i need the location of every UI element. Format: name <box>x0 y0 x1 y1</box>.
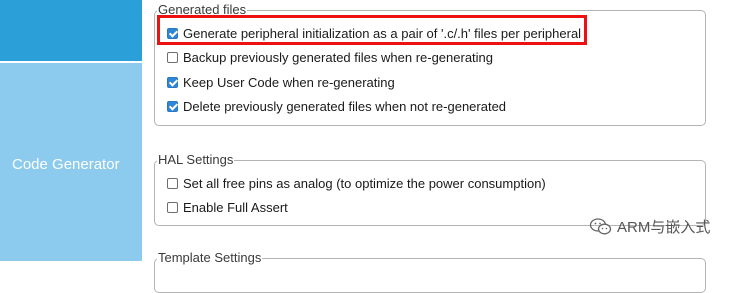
checkbox-label: Keep User Code when re-generating <box>183 74 395 90</box>
checkbox-checked-icon[interactable] <box>167 27 178 39</box>
checkbox-label: Backup previously generated files when r… <box>183 49 494 65</box>
checkbox-label: Enable Full Assert <box>183 199 288 215</box>
checkbox-unchecked-icon[interactable] <box>167 201 178 213</box>
hal-settings-legend: HAL Settings <box>158 152 234 167</box>
generated-files-legend: Generated files <box>158 2 247 17</box>
template-settings-legend: Template Settings <box>158 250 262 265</box>
checkbox-label: Generate peripheral initialization as a … <box>183 25 582 41</box>
checkbox-checked-icon[interactable] <box>167 100 178 112</box>
sidebar-item-label: Code Generator <box>12 156 120 173</box>
wechat-icon <box>589 217 613 237</box>
keep-user-code-checkbox[interactable]: Keep User Code when re-generating <box>167 74 395 90</box>
checkbox-checked-icon[interactable] <box>167 76 178 88</box>
sidebar-item-code-generator[interactable]: Code Generator <box>0 63 142 261</box>
delete-generated-files-checkbox[interactable]: Delete previously generated files when n… <box>167 98 506 114</box>
checkbox-unchecked-icon[interactable] <box>167 177 178 189</box>
backup-generated-files-checkbox[interactable]: Backup previously generated files when r… <box>167 49 493 65</box>
generate-peripheral-pair-checkbox[interactable]: Generate peripheral initialization as a … <box>167 25 581 41</box>
sidebar: Code Generator <box>0 0 142 261</box>
checkbox-unchecked-icon[interactable] <box>167 51 178 63</box>
checkbox-label: Delete previously generated files when n… <box>183 98 507 114</box>
sidebar-item-project-manager[interactable] <box>0 0 142 61</box>
checkbox-label: Set all free pins as analog (to optimize… <box>183 175 546 191</box>
set-free-pins-analog-checkbox[interactable]: Set all free pins as analog (to optimize… <box>167 175 546 191</box>
enable-full-assert-checkbox[interactable]: Enable Full Assert <box>167 199 288 215</box>
template-settings-group: Template Settings <box>154 251 706 293</box>
watermark: ARM与嵌入式 <box>589 216 710 237</box>
watermark-text: ARM与嵌入式 <box>617 219 711 236</box>
